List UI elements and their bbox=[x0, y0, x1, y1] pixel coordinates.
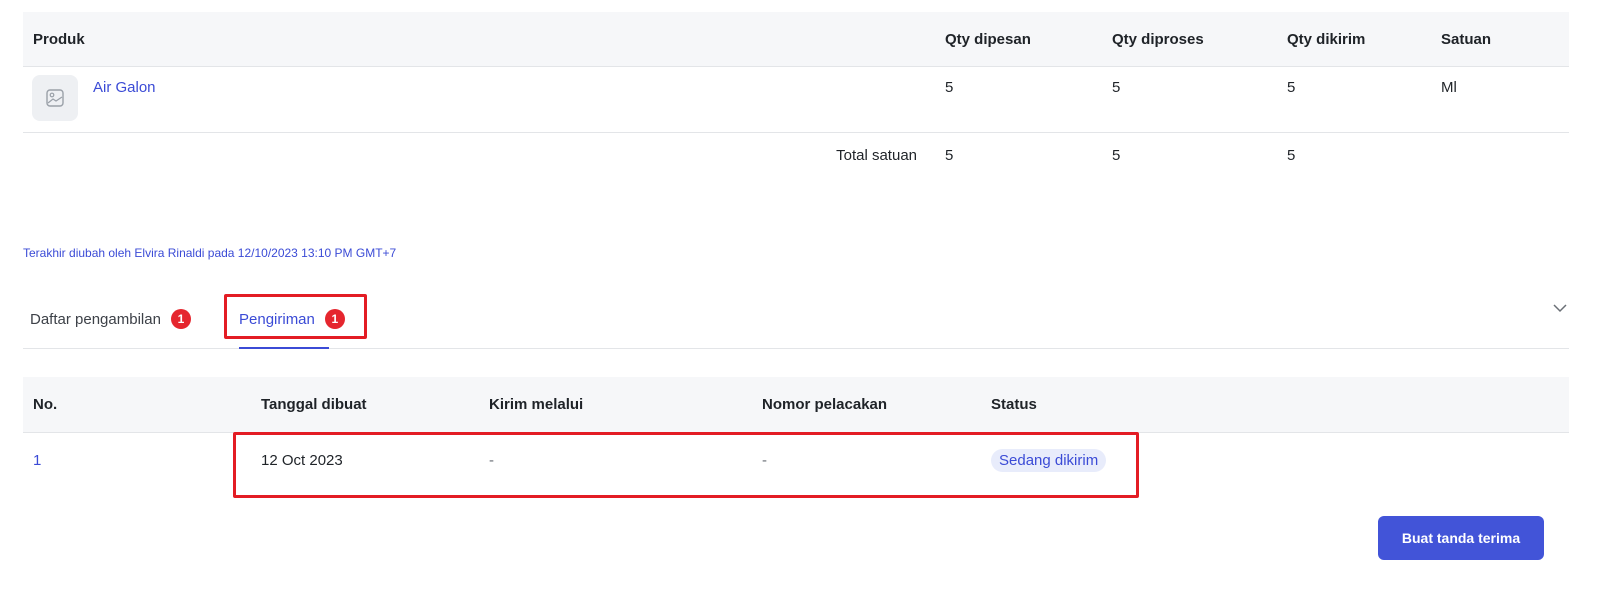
product-name-link[interactable]: Air Galon bbox=[93, 79, 156, 96]
tab-highlight-box bbox=[224, 294, 367, 339]
shipments-table-header: No. Tanggal dibuat Kirim melalui Nomor p… bbox=[23, 377, 1569, 433]
header-ship-via: Kirim melalui bbox=[489, 396, 584, 413]
header-qty-processed: Qty diproses bbox=[1112, 31, 1204, 48]
chevron-down-icon[interactable] bbox=[1552, 300, 1568, 321]
total-row: Total satuan 5 5 5 bbox=[23, 133, 1569, 183]
tab-count-badge: 1 bbox=[170, 309, 191, 329]
qty-shipped-value: 5 bbox=[1287, 79, 1296, 96]
header-product: Produk bbox=[33, 31, 85, 48]
qty-ordered-value: 5 bbox=[945, 79, 954, 96]
header-unit: Satuan bbox=[1441, 31, 1492, 48]
image-placeholder-icon bbox=[32, 75, 78, 121]
header-created-date: Tanggal dibuat bbox=[261, 396, 367, 413]
table-row: Air Galon 5 5 5 Ml bbox=[23, 67, 1569, 133]
header-qty-ordered: Qty dipesan bbox=[945, 31, 1031, 48]
tab-daftar-pengambilan[interactable]: Daftar pengambilan 1 bbox=[30, 290, 191, 348]
total-qty-processed: 5 bbox=[1112, 147, 1121, 164]
row-highlight-box bbox=[233, 432, 1139, 498]
unit-value: Ml bbox=[1441, 79, 1457, 96]
header-qty-shipped: Qty dikirim bbox=[1287, 31, 1366, 48]
header-no: No. bbox=[33, 396, 58, 413]
create-receipt-button[interactable]: Buat tanda terima bbox=[1378, 516, 1544, 560]
products-table: Produk Qty dipesan Qty diproses Qty diki… bbox=[23, 12, 1569, 183]
shipment-number-link[interactable]: 1 bbox=[33, 452, 41, 469]
products-table-header: Produk Qty dipesan Qty diproses Qty diki… bbox=[23, 12, 1569, 67]
total-label: Total satuan bbox=[836, 147, 917, 164]
header-tracking-number: Nomor pelacakan bbox=[762, 396, 888, 413]
header-status: Status bbox=[991, 396, 1037, 413]
tab-label: Daftar pengambilan bbox=[30, 310, 161, 328]
total-qty-shipped: 5 bbox=[1287, 147, 1296, 164]
qty-processed-value: 5 bbox=[1112, 79, 1121, 96]
last-edited-info: Terakhir diubah oleh Elvira Rinaldi pada… bbox=[23, 246, 397, 260]
total-qty-ordered: 5 bbox=[945, 147, 954, 164]
